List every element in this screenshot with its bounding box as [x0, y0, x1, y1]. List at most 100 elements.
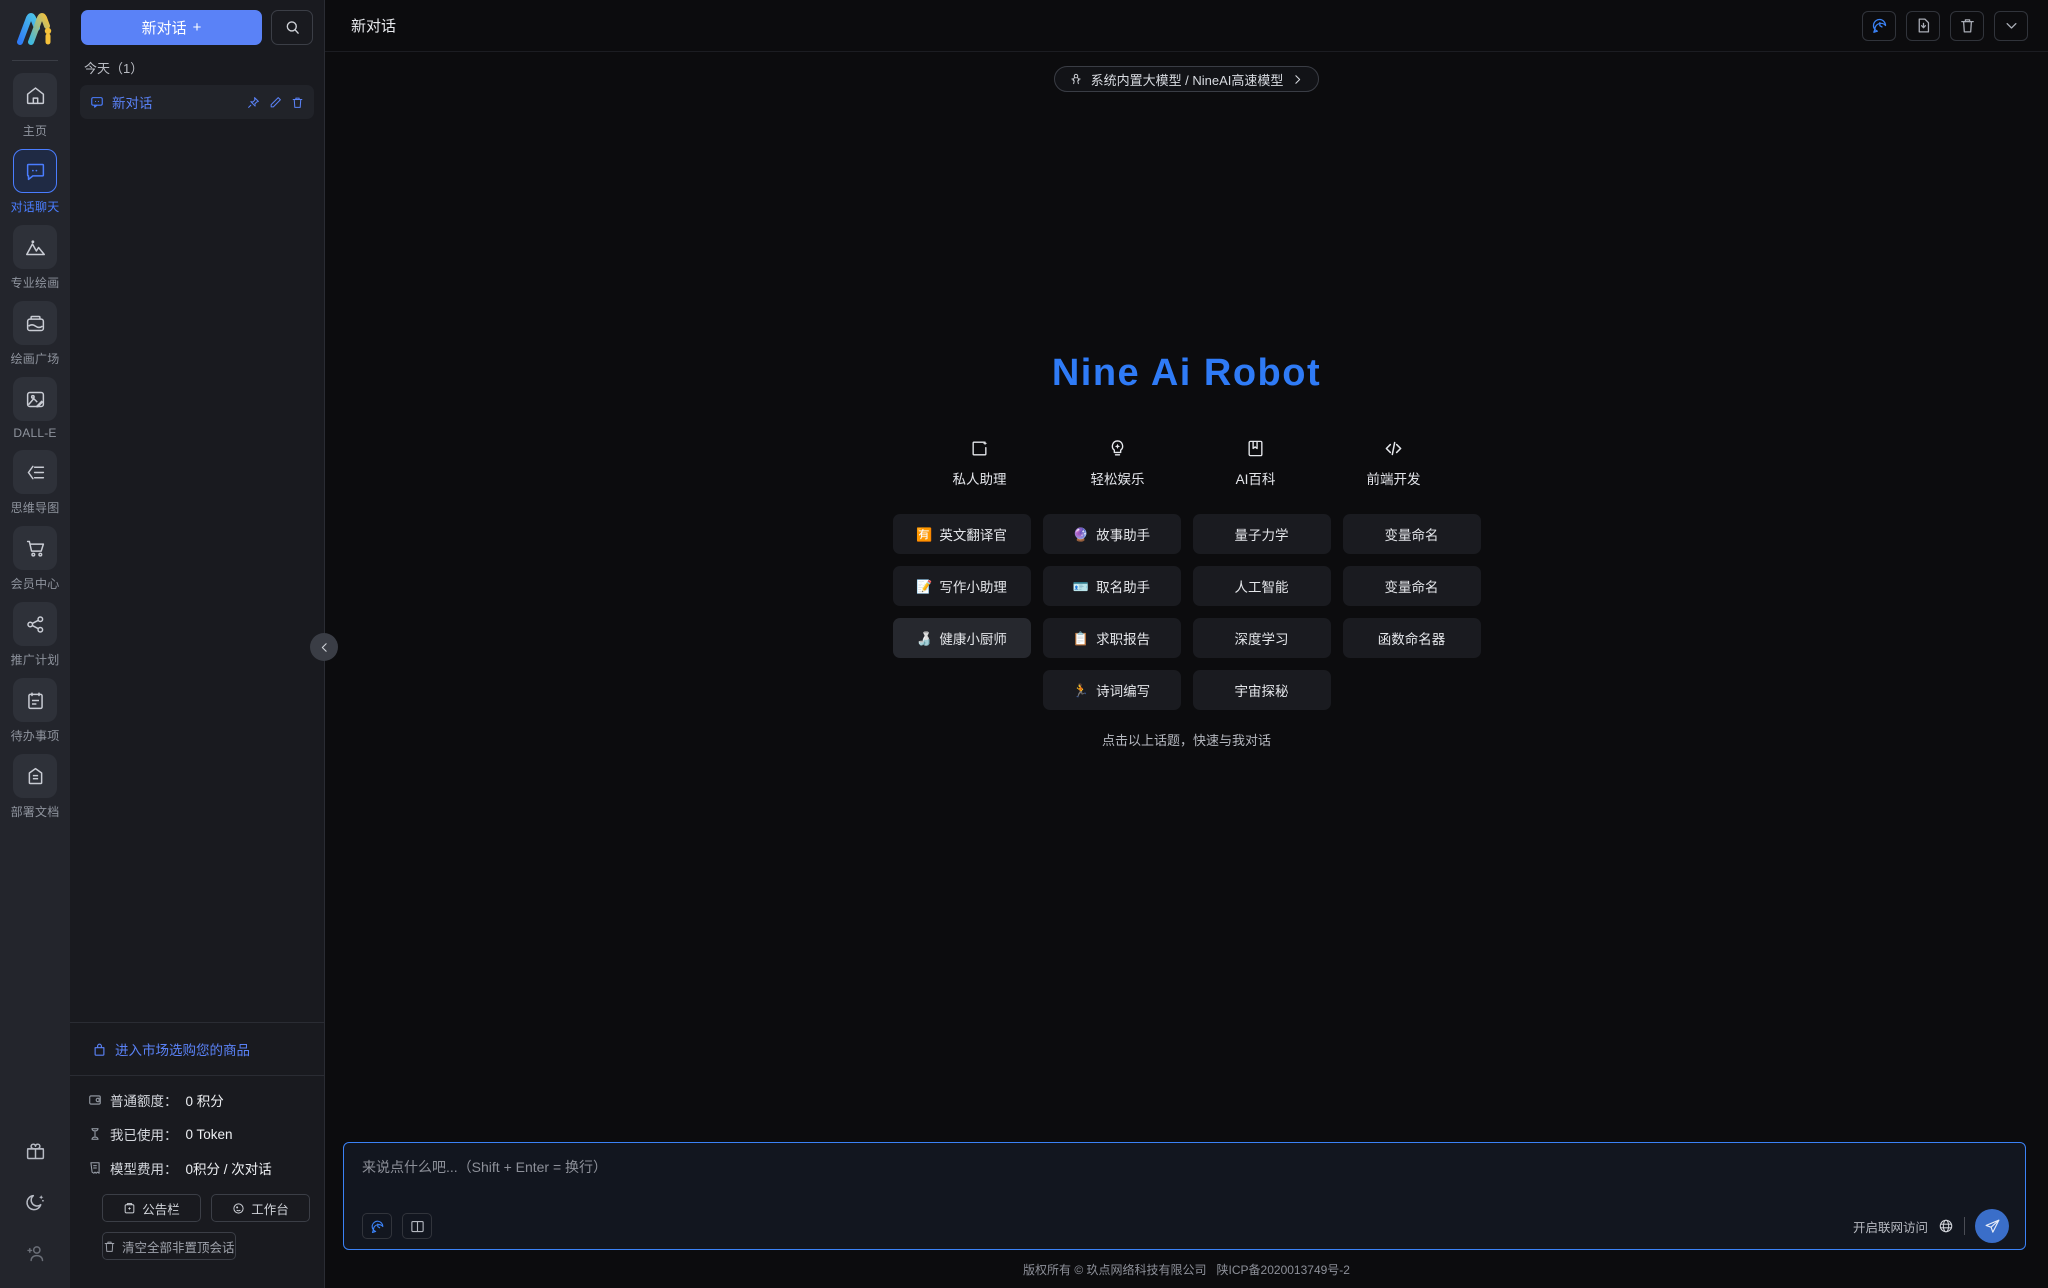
stat-label: 我已使用： — [110, 1128, 178, 1143]
workbench-label: 工作台 — [251, 1202, 289, 1217]
app-logo[interactable] — [0, 0, 70, 58]
sidebar-item-todo[interactable]: 待办事项 — [6, 678, 64, 744]
sidebar-item-docs[interactable]: 部署文档 — [6, 754, 64, 820]
category-assistant[interactable]: 私人助理 — [911, 437, 1049, 488]
save-button[interactable] — [1906, 10, 1940, 41]
prompt-library-button[interactable] — [402, 1213, 432, 1239]
edit-icon[interactable] — [269, 96, 282, 109]
sidebar-item-member[interactable]: 会员中心 — [6, 526, 64, 592]
category-label: 轻松娱乐 — [1090, 472, 1145, 487]
prompt-chip[interactable]: 🏃 诗词编写 — [1042, 670, 1181, 710]
delete-button[interactable] — [1950, 10, 1984, 41]
market-link[interactable]: 进入市场选购您的商品 — [70, 1022, 324, 1075]
chip-label: 函数命名器 — [1377, 632, 1446, 647]
category-encyclopedia[interactable]: AI百科 — [1187, 437, 1325, 488]
sidebar-item-chat[interactable]: 对话聊天 — [6, 149, 64, 215]
workbench-button[interactable]: 工作台 — [211, 1194, 310, 1222]
model-selector-bar: 系统内置大模型 / NineAI高速模型 — [325, 52, 2048, 92]
search-icon — [284, 19, 301, 36]
category-label: AI百科 — [1235, 472, 1276, 487]
prompt-chip[interactable]: 量子力学 — [1192, 514, 1331, 554]
prompt-chip[interactable]: 变量命名 — [1342, 566, 1481, 606]
trash-icon — [103, 1240, 116, 1253]
sidebar-item-mindmap[interactable]: 思维导图 — [6, 450, 64, 516]
gift-icon[interactable] — [25, 1141, 46, 1162]
prompt-chip[interactable]: 🈶 英文翻译官 — [892, 514, 1031, 554]
send-icon — [1984, 1218, 2001, 1235]
rail-bottom-actions — [0, 1141, 70, 1264]
chip-emoji: 📋 — [1072, 630, 1090, 646]
sidebar-item-promotion[interactable]: 推广计划 — [6, 602, 64, 668]
prompt-chip[interactable]: 🔮 故事助手 — [1042, 514, 1181, 554]
sidebar-item-label: 部署文档 — [10, 805, 60, 819]
stat-label: 普通额度： — [110, 1094, 178, 1109]
globe-icon[interactable] — [1938, 1218, 1954, 1234]
footer: 版权所有 © 玖点网络科技有限公司 陕ICP备2020013749号-2 — [325, 1250, 2048, 1288]
collapse-panel-handle[interactable] — [310, 633, 338, 661]
list-item[interactable]: 新对话 — [80, 85, 314, 119]
prompt-chip[interactable]: 深度学习 — [1192, 618, 1331, 658]
chip-row: 🍶 健康小厨师 📋 求职报告 深度学习 函数命名器 — [892, 618, 1481, 658]
more-button[interactable] — [1994, 10, 2028, 41]
sidebar-item-label: 绘画广场 — [10, 352, 60, 366]
stat-value: 0 Token — [185, 1126, 233, 1142]
search-button[interactable] — [271, 10, 313, 45]
announcement-button[interactable]: 公告栏 — [102, 1194, 201, 1222]
sidebar-item-home[interactable]: 主页 — [6, 73, 64, 139]
prompt-chip[interactable]: 宇宙探秘 — [1192, 670, 1331, 710]
sidebar-item-dalle[interactable]: DALL-E — [6, 377, 64, 440]
conversation-title: 新对话 — [112, 96, 153, 111]
sidebar-item-pro-paint[interactable]: 专业绘画 — [6, 225, 64, 291]
clear-conversations-button[interactable]: 清空全部非置顶会话 — [102, 1232, 236, 1260]
sidebar-item-label: 推广计划 — [10, 653, 60, 667]
book-icon — [1246, 437, 1265, 459]
composer-right-actions: 开启联网访问 — [1853, 1209, 2009, 1243]
model-selector[interactable]: 系统内置大模型 / NineAI高速模型 — [1053, 66, 1320, 92]
chip-label: 人工智能 — [1234, 580, 1289, 595]
prompt-chip[interactable]: 🍶 健康小厨师 — [892, 618, 1031, 658]
history-button[interactable] — [1862, 10, 1896, 41]
sidebar-item-label: 待办事项 — [10, 729, 60, 743]
shop-icon — [92, 1042, 107, 1057]
prompt-chip[interactable]: 🪪 取名助手 — [1042, 566, 1181, 606]
moon-icon[interactable] — [25, 1192, 46, 1213]
workbench-icon — [232, 1202, 245, 1215]
add-user-icon[interactable] — [25, 1243, 46, 1264]
category-row: 私人助理 轻松娱乐 AI百科 前端开发 — [911, 437, 1463, 488]
chip-label: 英文翻译官 — [939, 528, 1007, 543]
chip-emoji: 🪪 — [1072, 578, 1090, 594]
conversation-toolbar: 新对话 + — [70, 0, 324, 45]
sidebar-item-label: 专业绘画 — [10, 276, 60, 290]
message-input[interactable] — [344, 1143, 2025, 1203]
chip-emoji: 🔮 — [1072, 526, 1090, 542]
prompt-chip[interactable]: 函数命名器 — [1342, 618, 1481, 658]
sidebar-item-label: 思维导图 — [10, 501, 60, 515]
assistant-icon — [970, 437, 989, 459]
send-button[interactable] — [1975, 1209, 2009, 1243]
doc-archive-icon — [13, 754, 57, 798]
chip-emoji: 🏃 — [1072, 682, 1090, 698]
new-chat-button[interactable]: 新对话 + — [81, 10, 262, 45]
book-open-icon — [410, 1219, 425, 1234]
category-frontend[interactable]: 前端开发 — [1325, 437, 1463, 488]
chat-icon — [13, 149, 57, 193]
receipt-icon — [88, 1161, 102, 1175]
delete-icon[interactable] — [291, 96, 304, 109]
stat-label: 模型费用： — [110, 1162, 178, 1177]
history-button[interactable] — [362, 1213, 392, 1239]
toolbar-divider — [1964, 1217, 1965, 1235]
stat-value: 0 积分 — [185, 1094, 224, 1109]
prompt-chip[interactable]: 人工智能 — [1192, 566, 1331, 606]
credit-icon — [88, 1093, 102, 1107]
chip-emoji: 🈶 — [916, 526, 933, 542]
prompt-chip[interactable]: 📝 写作小助理 — [892, 566, 1031, 606]
category-entertainment[interactable]: 轻松娱乐 — [1049, 437, 1187, 488]
sidebar-item-gallery[interactable]: 绘画广场 — [6, 301, 64, 367]
chevron-left-icon — [318, 641, 331, 654]
stat-quota: 普通额度： 0 积分 — [88, 1090, 324, 1110]
new-chat-label: 新对话 — [141, 20, 187, 37]
pin-icon[interactable] — [247, 96, 260, 109]
prompt-chip[interactable]: 变量命名 — [1342, 514, 1481, 554]
prompt-chip[interactable]: 📋 求职报告 — [1042, 618, 1181, 658]
chevron-right-icon — [1291, 73, 1304, 86]
